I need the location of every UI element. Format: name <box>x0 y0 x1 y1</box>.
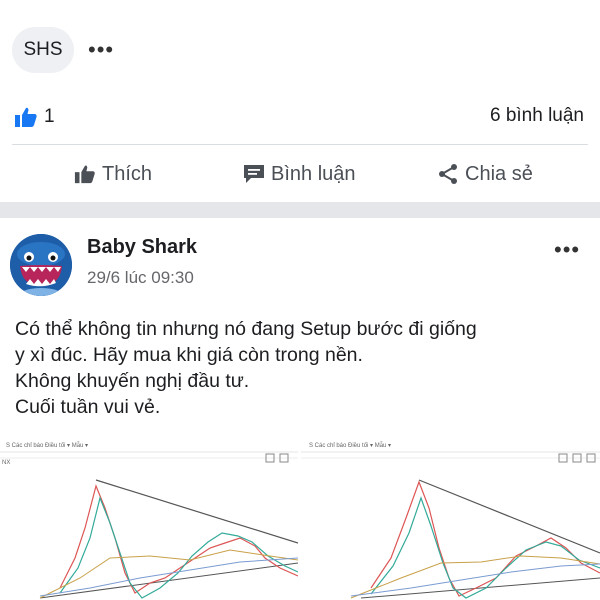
comment-count[interactable]: 6 bình luận <box>490 105 584 127</box>
post-line: y xì đúc. Hãy mua khi giá còn trong nền. <box>15 344 363 366</box>
comment-button-label: Bình luận <box>271 162 356 185</box>
post-body: Có thể không tin nhưng nó đang Setup bướ… <box>15 316 585 420</box>
tag-chip-shs[interactable]: SHS <box>12 27 74 73</box>
post-more-options-icon[interactable]: ••• <box>554 239 580 261</box>
avatar[interactable] <box>10 234 72 296</box>
share-button[interactable]: Chia sẻ <box>437 160 533 188</box>
tag-label: SHS <box>23 39 63 60</box>
share-button-label: Chia sẻ <box>465 162 533 185</box>
thumbs-up-icon <box>74 165 95 184</box>
post-line: Không khuyến nghị đầu tư. <box>15 370 250 392</box>
share-icon <box>439 164 457 184</box>
post-line: Có thể không tin nhưng nó đang Setup bướ… <box>15 318 477 340</box>
comment-icon <box>244 165 264 183</box>
like-button-label: Thích <box>102 162 153 185</box>
post-image-left[interactable]: S Các chỉ báo Điều tối ▾ Mẫu ▾ NX <box>0 438 298 600</box>
post-line: Cuối tuần vui vẻ. <box>15 396 161 418</box>
stock-chart-graphic <box>301 451 600 599</box>
like-button[interactable]: Thích <box>74 160 152 188</box>
more-options-icon[interactable]: ••• <box>88 39 114 61</box>
baby-shark-avatar-icon <box>10 234 72 296</box>
like-count[interactable]: 1 <box>44 106 55 128</box>
feed-separator <box>0 202 600 218</box>
divider <box>12 144 588 145</box>
like-reaction-icon <box>14 106 38 128</box>
stock-chart-graphic <box>0 451 298 599</box>
post-timestamp[interactable]: 29/6 lúc 09:30 <box>87 268 194 288</box>
author-name[interactable]: Baby Shark <box>87 236 197 259</box>
comment-button[interactable]: Bình luận <box>243 160 356 188</box>
post-image-right[interactable]: S Các chỉ báo Điều tối ▾ Mẫu ▾ <box>301 438 600 600</box>
